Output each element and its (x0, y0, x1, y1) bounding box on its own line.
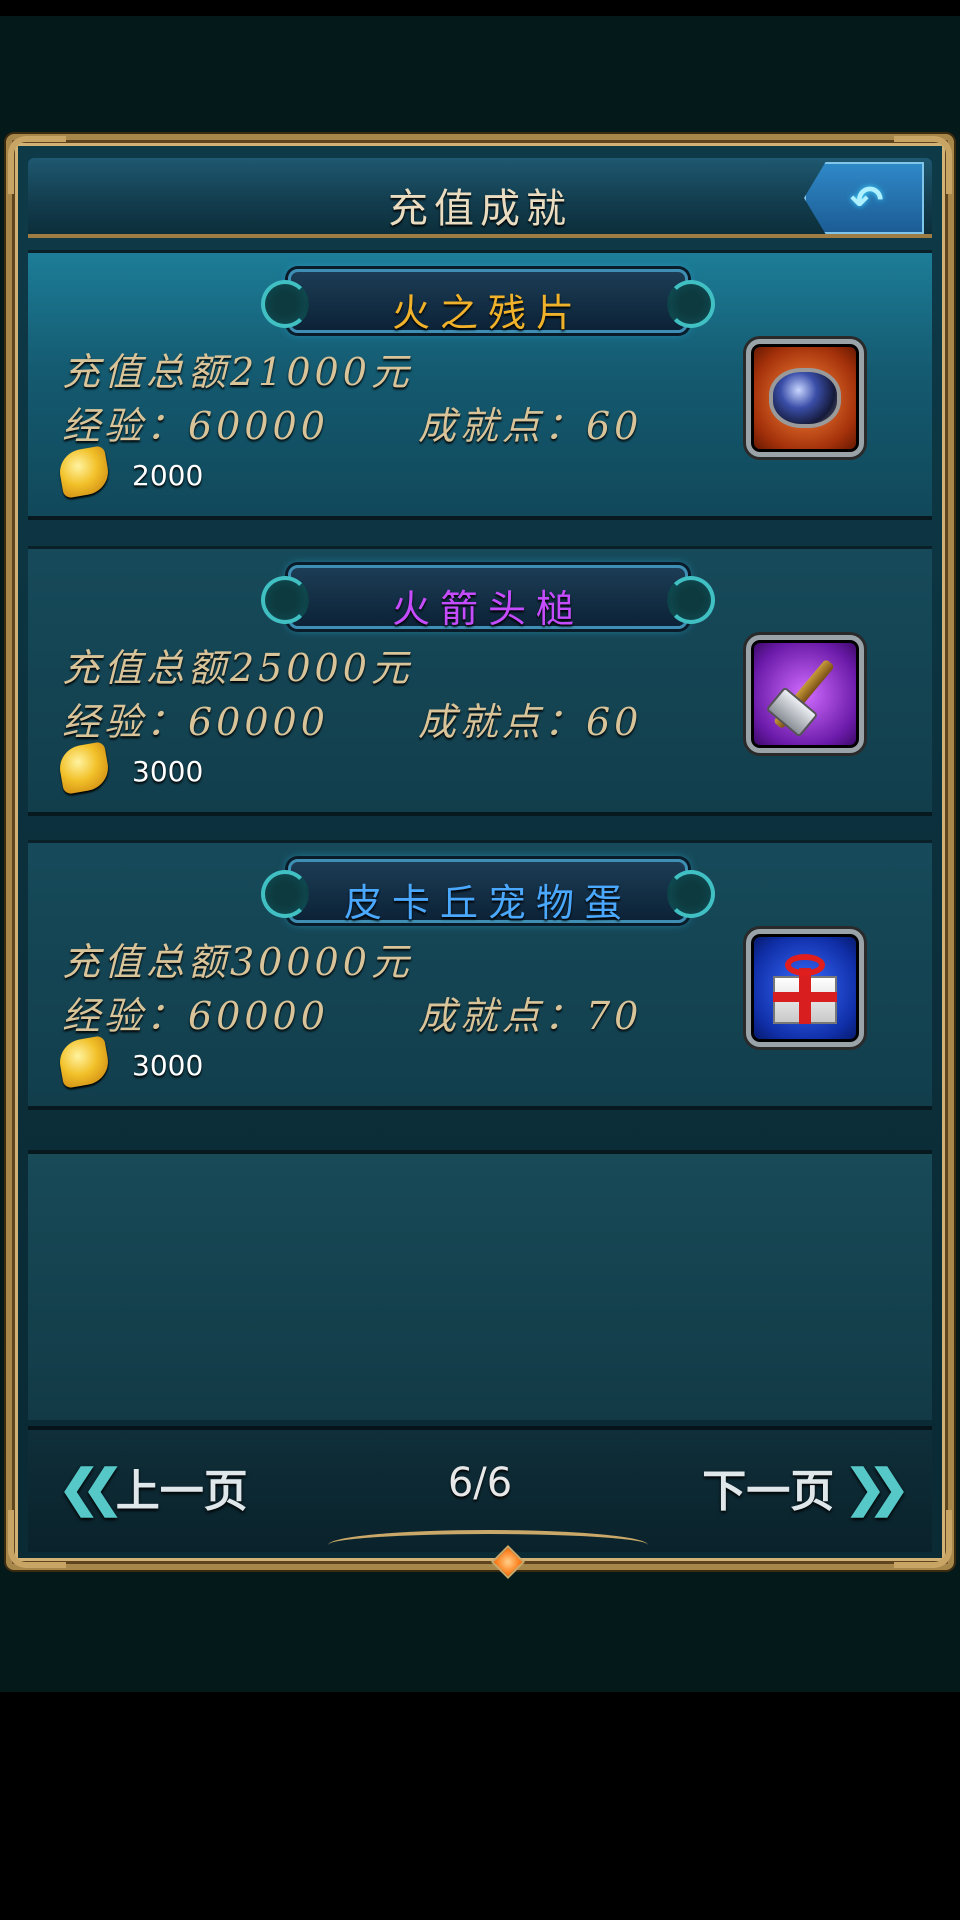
gold-amount: 3000 (132, 755, 204, 788)
item-name: 火之残片 (391, 291, 584, 335)
recharge-total: 充值总额25000元 (62, 646, 413, 690)
achievement-points: 成就点：60 (418, 404, 643, 448)
reward-item-slot[interactable] (746, 929, 864, 1047)
screen: 充值成就 ↶ 火之残片 充值总额21000元 经验：60000 成就点：60 2… (0, 0, 960, 1920)
item-name-banner: 火之残片 (261, 269, 715, 335)
achievement-points: 成就点：70 (418, 994, 643, 1038)
exp-reward: 经验：60000 (62, 994, 329, 1038)
achievement-panel: 充值成就 ↶ 火之残片 充值总额21000元 经验：60000 成就点：60 2… (6, 134, 954, 1579)
double-right-arrow-icon: ❯❯ (844, 1457, 910, 1517)
frame-ornament (328, 1530, 648, 1560)
achievement-points: 成就点：60 (418, 700, 643, 744)
undo-arrow-icon: ↶ (850, 178, 884, 224)
achievement-card[interactable]: 火之残片 充值总额21000元 经验：60000 成就点：60 2000 (28, 250, 932, 520)
next-page-label: 下一页 (702, 1466, 835, 1517)
reward-line: 经验：60000 成就点：70 (62, 985, 638, 1040)
item-name-banner: 皮卡丘宠物蛋 (261, 859, 715, 925)
title-bar: 充值成就 ↶ (28, 158, 932, 238)
empty-list-slot (28, 1150, 932, 1420)
gift-box-icon (765, 948, 845, 1028)
gold-amount: 2000 (132, 459, 204, 492)
recharge-total: 充值总额21000元 (62, 350, 413, 394)
pagination-bar: ❮❮ 上一页 6/6 下一页 ❯❯ (28, 1426, 932, 1552)
exp-reward: 经验：60000 (62, 404, 329, 448)
blue-gem-orb-icon (769, 368, 841, 428)
panel-title: 充值成就 (388, 186, 572, 232)
item-name: 皮卡丘宠物蛋 (343, 881, 632, 925)
reward-line: 经验：60000 成就点：60 (62, 691, 638, 746)
recharge-total: 充值总额30000元 (62, 940, 413, 984)
item-name: 火箭头槌 (391, 587, 584, 631)
gold-amount: 3000 (132, 1049, 204, 1082)
reward-line: 经验：60000 成就点：60 (62, 395, 638, 450)
reward-item-slot[interactable] (746, 339, 864, 457)
hammer-icon (760, 649, 850, 739)
exp-reward: 经验：60000 (62, 700, 329, 744)
item-name-banner: 火箭头槌 (261, 565, 715, 631)
achievement-card[interactable]: 火箭头槌 充值总额25000元 经验：60000 成就点：60 3000 (28, 546, 932, 816)
status-bar (0, 0, 960, 16)
reward-item-slot[interactable] (746, 635, 864, 753)
achievement-card[interactable]: 皮卡丘宠物蛋 充值总额30000元 经验：60000 成就点：70 3000 (28, 840, 932, 1110)
back-button[interactable]: ↶ (804, 162, 924, 234)
next-page-button[interactable]: 下一页 ❯❯ (702, 1452, 910, 1522)
